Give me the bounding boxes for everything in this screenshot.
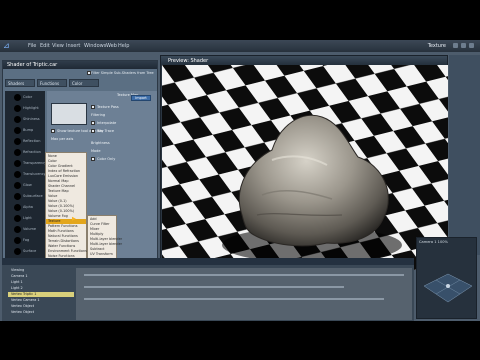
node-swatch [14, 182, 21, 189]
menu-bar: ⊿ File Edit View Insert Windows Web Help… [0, 40, 480, 52]
preview-window: Preview: Shader [160, 55, 448, 270]
camera-label: Camera 1 100% [419, 240, 448, 244]
checkbox-label: Ray Trace [97, 129, 114, 133]
node-item[interactable]: Glow [5, 181, 45, 190]
viewport-grid-svg [423, 273, 473, 303]
menu-file[interactable]: File [28, 43, 36, 49]
submenu-arrow-icon: ▶ [72, 216, 76, 222]
track-row[interactable]: Camera 1 [8, 274, 74, 279]
mode-label: Mode [91, 149, 101, 153]
node-swatch [14, 138, 21, 145]
camera-viewport[interactable]: Camera 1 100% [416, 237, 477, 319]
tab-color[interactable]: Color [69, 79, 99, 87]
shader-node-list: Color Highlight Shininess Bump Reflectio… [5, 91, 46, 263]
checkbox[interactable] [91, 129, 95, 133]
checkbox[interactable] [91, 121, 95, 125]
node-swatch [14, 248, 21, 255]
filtering-label: Filtering [91, 113, 106, 117]
menu-insert[interactable]: Insert [66, 43, 80, 49]
menu-view[interactable]: View [52, 43, 64, 49]
node-item[interactable]: Subsurface [5, 192, 45, 201]
tab-shaders[interactable]: Shaders [5, 79, 35, 87]
shader-tab-bar: Shaders Functions Color [5, 79, 157, 87]
right-dock-panel [449, 55, 480, 255]
node-item[interactable]: Highlight [5, 104, 45, 113]
key-bar [84, 286, 344, 288]
node-swatch [14, 105, 21, 112]
track-row[interactable]: Vertex Camera 1 [8, 298, 74, 303]
preview-title: Preview: Shader [168, 58, 209, 64]
tab-functions[interactable]: Functions [37, 79, 67, 87]
menu-web[interactable]: Web [106, 43, 117, 49]
track-row-selected[interactable]: Vertex Triptic 1 [8, 292, 74, 297]
node-swatch [14, 237, 21, 244]
node-item[interactable]: Transparency [5, 159, 46, 168]
menu-edit[interactable]: Edit [40, 43, 50, 49]
preview-titlebar[interactable]: Preview: Shader [161, 56, 447, 65]
checkbox-label: Texture Pass [97, 105, 119, 109]
brightness-label: Brightness [91, 141, 110, 145]
node-swatch [14, 94, 21, 101]
key-bar [84, 298, 384, 300]
maximize-icon[interactable] [461, 43, 466, 48]
menu-windows[interactable]: Windows [84, 43, 106, 49]
track-row[interactable]: Viewing [8, 268, 74, 273]
node-item[interactable]: Fog [5, 236, 45, 245]
node-swatch [14, 116, 21, 123]
track-row[interactable]: Light 1 [8, 280, 74, 285]
node-swatch [14, 149, 21, 156]
track-row[interactable]: Vertex Object [8, 304, 74, 309]
checkbox[interactable] [51, 129, 55, 133]
track-row[interactable]: Vertex Object [8, 310, 74, 315]
minimize-icon[interactable] [453, 43, 458, 48]
node-swatch [14, 226, 21, 233]
layout-label[interactable]: Texture [428, 43, 446, 49]
app-window: ⊿ File Edit View Insert Windows Web Help… [0, 40, 480, 321]
max-label: Max per axis [51, 137, 74, 141]
timeline-track-area[interactable] [76, 268, 412, 320]
key-bar [84, 274, 404, 276]
node-item[interactable]: Color [5, 93, 45, 102]
timeline-panel: Viewing Camera 1 Light 1 Light 2 Vertex … [2, 258, 414, 321]
node-swatch [14, 193, 21, 200]
node-item[interactable]: Bump [5, 126, 45, 135]
insert-node-menu: None Color Color Gradient Index of Refra… [45, 152, 87, 262]
node-swatch [14, 171, 21, 178]
submenu: Add Curve Filter Mixer Multiply Multi-la… [87, 215, 122, 261]
node-item[interactable]: Surface [5, 247, 45, 256]
texture-thumbnail[interactable] [51, 103, 87, 125]
shader-window-titlebar[interactable]: Shader of Triptic.car [3, 61, 157, 69]
shader-window-title: Shader of Triptic.car [7, 62, 58, 68]
node-item[interactable]: Shininess [5, 115, 45, 124]
track-row[interactable]: Light 2 [8, 286, 74, 291]
import-button[interactable]: Import [131, 95, 151, 101]
node-item[interactable]: Volume [5, 225, 45, 234]
submenu-item[interactable]: UV Transform [88, 252, 116, 257]
node-item[interactable]: Light [5, 214, 45, 223]
close-icon[interactable] [469, 43, 474, 48]
preview-render[interactable] [162, 65, 448, 270]
node-item[interactable]: Refraction [5, 148, 45, 157]
checkbox[interactable] [91, 105, 95, 109]
node-item[interactable]: Alpha [5, 203, 45, 212]
checkbox-label: Interpolate [97, 121, 117, 125]
node-item[interactable]: Translucency [5, 170, 46, 179]
node-item[interactable]: Reflection [5, 137, 45, 146]
filter-label: Filter Simple Sub-Shaders from Tree [91, 71, 154, 75]
app-logo-icon: ⊿ [3, 41, 10, 50]
render-svg [162, 65, 448, 270]
checkbox[interactable] [91, 157, 95, 161]
node-swatch [14, 127, 21, 134]
color-only-label: Color Only [97, 157, 116, 161]
menu-help[interactable]: Help [118, 43, 129, 49]
node-swatch [14, 215, 21, 222]
node-swatch [14, 160, 21, 167]
timeline-header [2, 258, 414, 265]
node-swatch [14, 204, 21, 211]
